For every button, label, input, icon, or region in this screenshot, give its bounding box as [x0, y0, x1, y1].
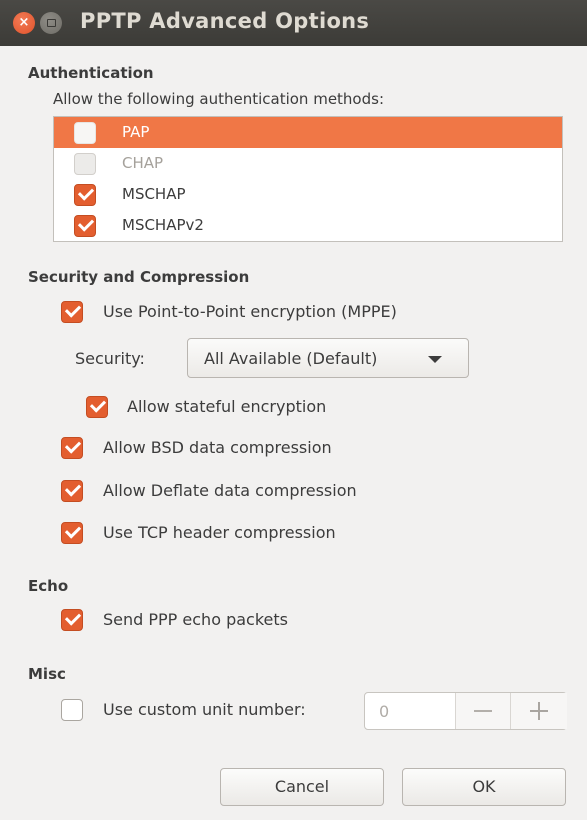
tcp-label[interactable]: Use TCP header compression	[103, 523, 336, 542]
deflate-checkbox[interactable]	[61, 480, 83, 502]
auth-method-label: MSCHAP	[122, 185, 186, 203]
misc-heading: Misc	[28, 665, 66, 683]
echo-heading: Echo	[28, 577, 69, 595]
unit-number-spinner[interactable]: 0	[364, 692, 567, 730]
mppe-checkbox[interactable]	[61, 301, 83, 323]
auth-methods-list[interactable]: PAP CHAP MSCHAP MSCHAPv2	[53, 116, 563, 242]
auth-method-label: CHAP	[122, 154, 164, 172]
cancel-button[interactable]: Cancel	[220, 768, 384, 806]
security-dropdown-value: All Available (Default)	[204, 349, 378, 368]
ok-button[interactable]: OK	[402, 768, 566, 806]
window-title: PPTP Advanced Options	[80, 9, 370, 33]
stateful-label[interactable]: Allow stateful encryption	[127, 397, 326, 416]
chevron-down-icon	[428, 356, 442, 363]
unit-number-value[interactable]: 0	[379, 702, 389, 721]
stateful-checkbox[interactable]	[86, 396, 108, 418]
auth-method-label: PAP	[122, 123, 150, 141]
deflate-label[interactable]: Allow Deflate data compression	[103, 481, 357, 500]
auth-method-mschap[interactable]: MSCHAP	[54, 179, 562, 210]
close-icon[interactable]: ×	[13, 12, 35, 34]
security-dropdown[interactable]: All Available (Default)	[187, 338, 469, 378]
auth-method-mschapv2[interactable]: MSCHAPv2	[54, 210, 562, 241]
mschapv2-checkbox[interactable]	[74, 215, 96, 237]
auth-method-chap: CHAP	[54, 148, 562, 179]
minus-icon[interactable]	[455, 693, 511, 729]
unit-checkbox[interactable]	[61, 699, 83, 721]
mschap-checkbox[interactable]	[74, 184, 96, 206]
plus-icon[interactable]	[510, 693, 567, 729]
minimize-icon[interactable]	[40, 12, 62, 34]
mppe-label[interactable]: Use Point-to-Point encryption (MPPE)	[103, 302, 397, 321]
security-label: Security:	[75, 349, 145, 368]
echo-checkbox[interactable]	[61, 609, 83, 631]
unit-label[interactable]: Use custom unit number:	[103, 700, 306, 719]
auth-method-label: MSCHAPv2	[122, 216, 204, 234]
echo-label[interactable]: Send PPP echo packets	[103, 610, 288, 629]
auth-method-pap[interactable]: PAP	[54, 117, 562, 148]
bsd-checkbox[interactable]	[61, 437, 83, 459]
security-heading: Security and Compression	[28, 268, 250, 286]
bsd-label[interactable]: Allow BSD data compression	[103, 438, 332, 457]
tcp-checkbox[interactable]	[61, 522, 83, 544]
authentication-intro: Allow the following authentication metho…	[53, 90, 385, 108]
chap-checkbox	[74, 153, 96, 175]
authentication-heading: Authentication	[28, 64, 154, 82]
pap-checkbox[interactable]	[74, 122, 96, 144]
title-bar: × PPTP Advanced Options	[0, 0, 587, 46]
